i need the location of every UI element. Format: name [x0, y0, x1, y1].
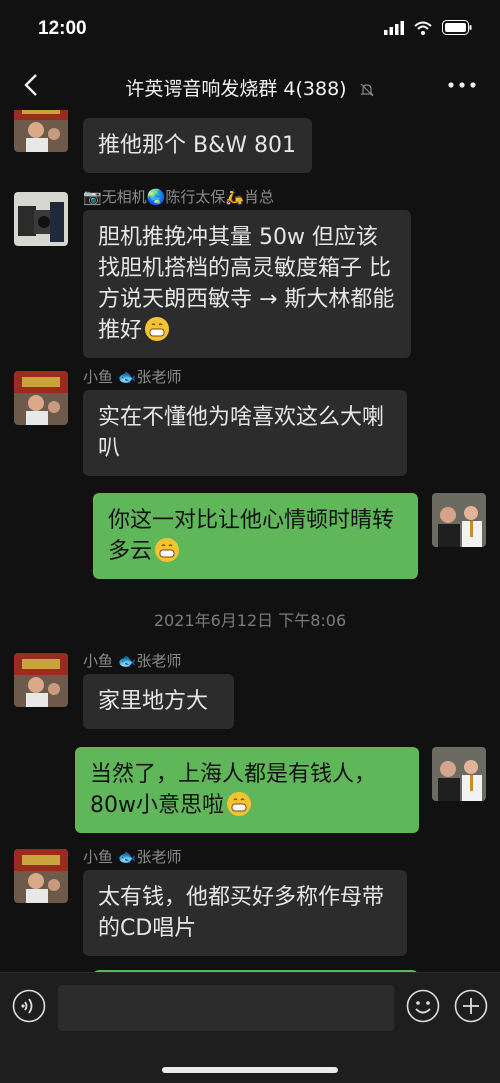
chat-header: 许英谔音响发烧群 4(388) — [0, 60, 500, 110]
avatar[interactable] — [14, 653, 68, 707]
sender-name: 小鱼 🐟张老师 — [83, 368, 182, 386]
chat-timestamp: 2021年6月12日 下午8:06 — [153, 611, 347, 630]
plus-icon[interactable] — [454, 989, 488, 1023]
message-bubble[interactable]: 家里地方大 — [83, 674, 234, 729]
grin-emoji-icon — [227, 792, 251, 816]
message-text: 太有钱，他都买好多称作母带的CD唱片 — [98, 885, 385, 941]
sender-name: 小鱼 🐟张老师 — [83, 848, 182, 866]
home-indicator — [162, 1067, 338, 1073]
message-text: 推他那个 B&W 801 — [98, 133, 296, 158]
status-time: 12:00 — [38, 18, 87, 39]
avatar[interactable] — [14, 371, 68, 425]
input-bar — [0, 972, 500, 1083]
message-text: 实在不懂他为啥喜欢这么大喇叭 — [98, 405, 385, 461]
message-bubble[interactable]: 推他那个 B&W 801 — [83, 118, 312, 173]
message-input[interactable] — [58, 985, 394, 1031]
wifi-icon — [414, 21, 432, 35]
avatar[interactable] — [14, 192, 68, 246]
message-bubble[interactable]: 实在不懂他为啥喜欢这么大喇叭 — [83, 390, 407, 476]
avatar[interactable] — [432, 493, 486, 547]
more-dots-icon[interactable] — [442, 72, 482, 98]
message-text: 胆机推挽冲其量 50w 但应该找胆机搭档的高灵敏度箱子 比方说天朗西敏寺 → 斯… — [98, 225, 395, 343]
voice-icon[interactable] — [12, 989, 46, 1023]
signal-icon — [384, 20, 404, 35]
message-bubble[interactable]: 太有钱，他都买好多称作母带的CD唱片 — [83, 870, 407, 956]
avatar[interactable] — [432, 747, 486, 801]
battery-icon — [442, 20, 472, 35]
message-text: 家里地方大 — [98, 689, 209, 714]
chat-title-text: 许英谔音响发烧群 4(388) — [125, 78, 347, 100]
message-bubble[interactable]: 胆机推挽冲其量 50w 但应该找胆机搭档的高灵敏度箱子 比方说天朗西敏寺 → 斯… — [83, 210, 411, 358]
emoji-icon[interactable] — [406, 989, 440, 1023]
chat-title: 许英谔音响发烧群 4(388) — [0, 74, 500, 101]
sender-name: 📷无相机🌏陈行太保🛵肖总 — [83, 188, 275, 206]
grin-emoji-icon — [145, 317, 170, 341]
message-list[interactable]: 推他那个 B&W 801 📷无相机🌏陈行太保🛵肖总 胆机推挽冲其量 50w 但应… — [0, 110, 500, 972]
message-text: 你这一对比让他心情顿时晴转多云 — [108, 508, 395, 564]
mute-bell-icon — [360, 83, 374, 96]
message-bubble-outgoing[interactable]: 你这一对比让他心情顿时晴转多云 — [93, 493, 418, 579]
sender-name: 小鱼 🐟张老师 — [83, 652, 182, 670]
avatar[interactable] — [14, 849, 68, 903]
avatar[interactable] — [14, 110, 68, 152]
system-icons — [384, 20, 472, 35]
message-bubble-outgoing[interactable]: 当然了，上海人都是有钱人，80w小意思啦 — [75, 747, 419, 833]
grin-emoji-icon — [155, 538, 180, 562]
status-bar: 12:00 — [0, 0, 500, 60]
